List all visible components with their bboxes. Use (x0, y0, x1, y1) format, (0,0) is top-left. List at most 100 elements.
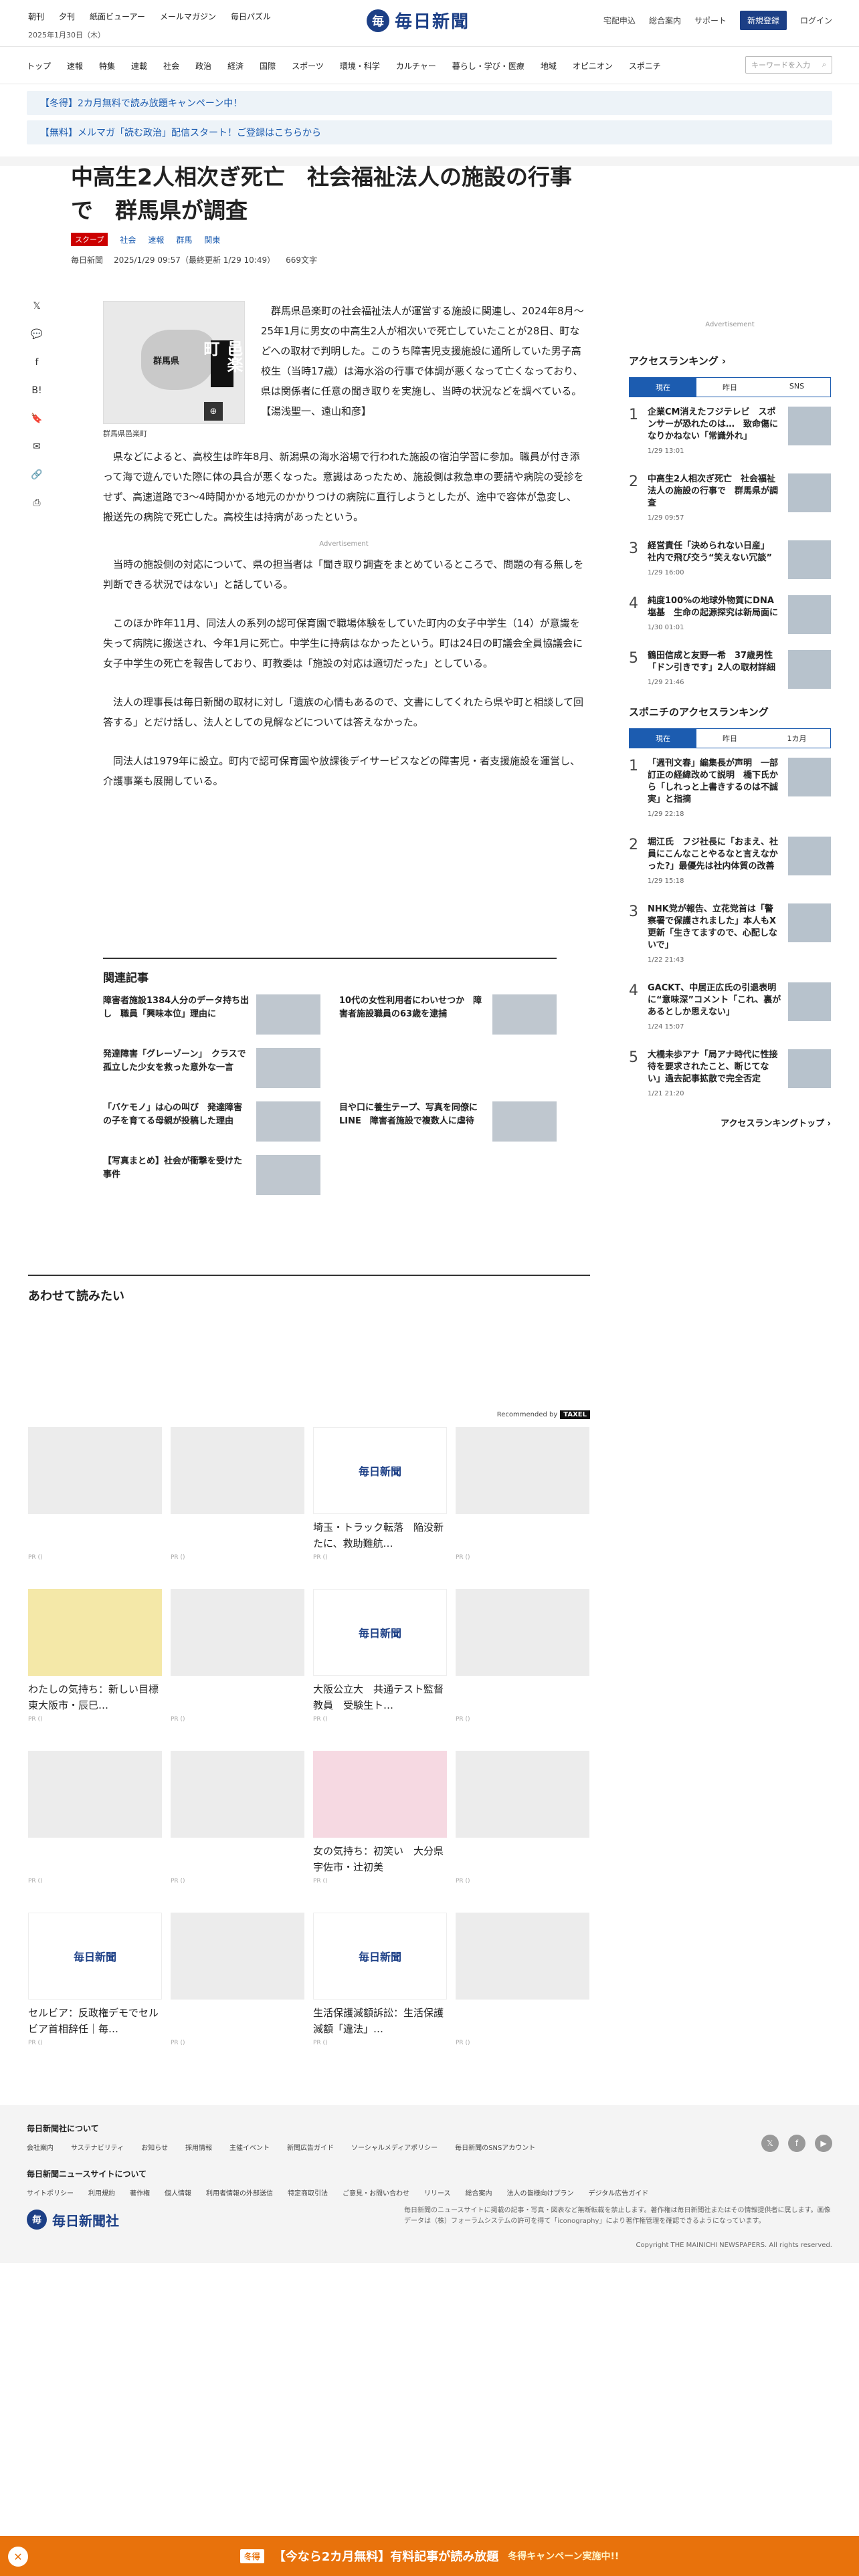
site-logo[interactable]: 毎 毎日新聞 (367, 8, 470, 33)
search-input[interactable]: キーワードを入力 ⌕ (745, 56, 832, 74)
close-icon[interactable]: ✕ (8, 2547, 28, 2567)
campaign-bar[interactable]: ✕ 冬得 【今なら2カ月無料】有料記事が読み放題 冬得キャンペーン実施中!! (0, 2536, 859, 2576)
sponichi-item[interactable]: 3 NHK党が報告、立花党首は「警察署で保護されました」本人もX更新「生きてますの… (629, 903, 831, 966)
sponichi-ranking-title[interactable]: スポニチのアクセスランキング (629, 705, 831, 719)
print-icon[interactable]: ⎙ (28, 498, 45, 511)
recommend-card[interactable]: 毎日新聞 大阪公立大 共通テスト監督教員 受験生ト… PR () (313, 1589, 447, 1732)
tag-link[interactable]: 社会 (120, 234, 136, 245)
login-link[interactable]: ログイン (800, 15, 832, 26)
nav-item[interactable]: スポニチ (629, 60, 661, 72)
ranking-item[interactable]: 1 企業CM消えたフジテレビ スポンサーが恐れたのは… 致命傷になりかねない「常識… (629, 407, 831, 457)
sponichi-item[interactable]: 1 「週刊文春」編集長が声明 一部訂正の経緯改めて説明 橋下氏から「しれっと上書き… (629, 758, 831, 821)
x-share-icon[interactable]: 𝕏 (28, 301, 45, 314)
ranking-item[interactable]: 2 中高生2人相次ぎ死亡 社会福祉法人の施設の行事で 群馬県が調査 1/29 09:… (629, 473, 831, 524)
tag-link[interactable]: 群馬 (176, 234, 192, 245)
recommend-card[interactable]: PR () (456, 1427, 589, 1570)
footer-link[interactable]: お知らせ (141, 2142, 168, 2152)
footer-link[interactable]: 採用情報 (185, 2142, 212, 2152)
account-link[interactable]: 総合案内 (649, 15, 681, 26)
footer-link[interactable]: ソーシャルメディアポリシー (351, 2142, 438, 2152)
promo-banner[interactable]: 【冬得】2カ月無料で読み放題キャンペーン中！ (27, 91, 832, 115)
sponichi-item[interactable]: 5 大橋未歩アナ「局アナ時代に性接待を要求されたこと、断じてない」過去記事拡散で完… (629, 1049, 831, 1100)
footer-link[interactable]: サイトポリシー (27, 2187, 74, 2197)
footer-link[interactable]: サステナビリティ (71, 2142, 124, 2152)
recommend-card[interactable]: PR () (456, 1913, 589, 2056)
nav-item[interactable]: 社会 (163, 60, 179, 72)
ranking-item[interactable]: 5 鶴田信成と友野一希 37歳男性「ドン引きです」2人の取材詳細 1/29 21:4… (629, 650, 831, 689)
sponichi-item[interactable]: 2 堀江氏 フジ社長に「おまえ、社員にこんなことやるなと言えなかった?」最優先は社… (629, 837, 831, 887)
recommend-card[interactable]: PR () (171, 1913, 304, 2056)
footer-link[interactable]: ご意見・お問い合わせ (343, 2187, 409, 2197)
nav-item[interactable]: 国際 (260, 60, 276, 72)
account-link[interactable]: サポート (694, 15, 727, 26)
nav-item[interactable]: 経済 (227, 60, 244, 72)
nav-item[interactable]: 政治 (195, 60, 211, 72)
footer-link[interactable]: 主催イベント (229, 2142, 270, 2152)
nav-item[interactable]: カルチャー (396, 60, 436, 72)
recommend-card[interactable]: PR () (28, 1751, 162, 1894)
nav-item[interactable]: 速報 (67, 60, 83, 72)
ranking-item[interactable]: 4 純度100%の地球外物質にDNA塩基 生命の起源探究は新局面に 1/30 01:… (629, 595, 831, 634)
ranking-tab[interactable]: 昨日 (696, 378, 763, 397)
related-item[interactable]: 障害者施設1384人分のデータ持ち出し 職員「興味本位」理由に (103, 994, 320, 1035)
recommend-card[interactable]: PR () (171, 1427, 304, 1570)
utility-link[interactable]: 朝刊 (28, 11, 44, 22)
utility-link[interactable]: 紙面ビューアー (90, 11, 145, 22)
tag-link[interactable]: 速報 (148, 234, 164, 245)
nav-item[interactable]: 環境・科学 (340, 60, 380, 72)
footer-link[interactable]: 毎日新聞のSNSアカウント (455, 2142, 535, 2152)
nav-item[interactable]: 特集 (99, 60, 115, 72)
ranking-title[interactable]: アクセスランキング › (629, 354, 831, 368)
recommend-card[interactable]: 毎日新聞 埼玉・トラック転落 陥没新たに、救助難航… PR () (313, 1427, 447, 1570)
footer-logo[interactable]: 毎毎日新聞社 (27, 2210, 119, 2230)
footer-link[interactable]: 法人の皆様向けプラン (507, 2187, 574, 2197)
recommend-card[interactable]: PR () (456, 1589, 589, 1732)
utility-link[interactable]: 夕刊 (59, 11, 75, 22)
related-item[interactable]: 目や口に養生テープ、写真を同僚にLINE 障害者施設で複数人に虐待 (339, 1101, 557, 1142)
sponichi-tab[interactable]: 現在 (630, 729, 696, 748)
facebook-icon[interactable]: f (28, 357, 45, 370)
recommend-card[interactable]: PR () (171, 1589, 304, 1732)
nav-item[interactable]: 暮らし・学び・医療 (452, 60, 524, 72)
footer-link[interactable]: 会社案内 (27, 2142, 54, 2152)
x-icon[interactable]: 𝕏 (761, 2135, 779, 2152)
recommend-card[interactable]: わたしの気持ち：新しい目標 東大阪市・辰巳… PR () (28, 1589, 162, 1732)
footer-link[interactable]: 特定商取引法 (288, 2187, 328, 2197)
search-icon[interactable]: ⌕ (822, 60, 826, 70)
footer-link[interactable]: デジタル広告ガイド (589, 2187, 649, 2197)
footer-link[interactable]: 著作権 (130, 2187, 150, 2197)
sponichi-item[interactable]: 4 GACKT、中居正広氏の引退表明に“意味深”コメント「これ、裏があるとしか思え… (629, 982, 831, 1033)
footer-link[interactable]: 新聞広告ガイド (287, 2142, 334, 2152)
ranking-top-link[interactable]: アクセスランキングトップ › (629, 1116, 831, 1129)
register-button[interactable]: 新規登録 (739, 11, 787, 30)
nav-item[interactable]: トップ (27, 60, 51, 72)
recommend-card[interactable]: PR () (171, 1751, 304, 1894)
utility-link[interactable]: メールマガジン (160, 11, 216, 22)
zoom-icon[interactable]: ⊕ (204, 402, 223, 421)
facebook-icon[interactable]: f (788, 2135, 805, 2152)
map-image[interactable]: 群馬県 邑楽町 ⊕ (103, 301, 245, 424)
nav-item[interactable]: スポーツ (292, 60, 324, 72)
nav-item[interactable]: オピニオン (573, 60, 613, 72)
recommend-card[interactable]: PR () (28, 1427, 162, 1570)
footer-link[interactable]: リリース (424, 2187, 451, 2197)
ranking-tab[interactable]: 現在 (630, 378, 696, 397)
bookmark-icon[interactable]: 🔖 (28, 413, 45, 427)
related-item[interactable]: 「バケモノ」は心の叫び 発達障害の子を育てる母親が投稿した理由 (103, 1101, 320, 1142)
nav-item[interactable]: 地域 (541, 60, 557, 72)
footer-link[interactable]: 総合案内 (466, 2187, 492, 2197)
related-item[interactable]: 10代の女性利用者にわいせつか 障害者施設職員の63歳を逮捕 (339, 994, 557, 1035)
link-icon[interactable]: 🔗 (28, 469, 45, 483)
tag-link[interactable]: 関東 (204, 234, 220, 245)
sponichi-tab[interactable]: 1カ月 (763, 729, 830, 748)
related-item[interactable]: 発達障害「グレーゾーン」 クラスで孤立した少女を救った意外な一言 (103, 1048, 320, 1088)
hatena-icon[interactable]: B! (28, 385, 45, 399)
comment-icon[interactable]: 💬 (28, 329, 45, 342)
nav-item[interactable]: 連載 (131, 60, 147, 72)
ranking-item[interactable]: 3 経営責任「決められない日産」 社内で飛び交う“笑えない冗談” 1/29 16:0… (629, 540, 831, 579)
footer-link[interactable]: 利用者情報の外部送信 (206, 2187, 273, 2197)
utility-link[interactable]: 毎日パズル (231, 11, 271, 22)
footer-link[interactable]: 利用規約 (88, 2187, 115, 2197)
account-link[interactable]: 宅配申込 (603, 15, 636, 26)
recommend-card[interactable]: 毎日新聞 セルビア：反政権デモでセルビア首相辞任｜毎… PR () (28, 1913, 162, 2056)
